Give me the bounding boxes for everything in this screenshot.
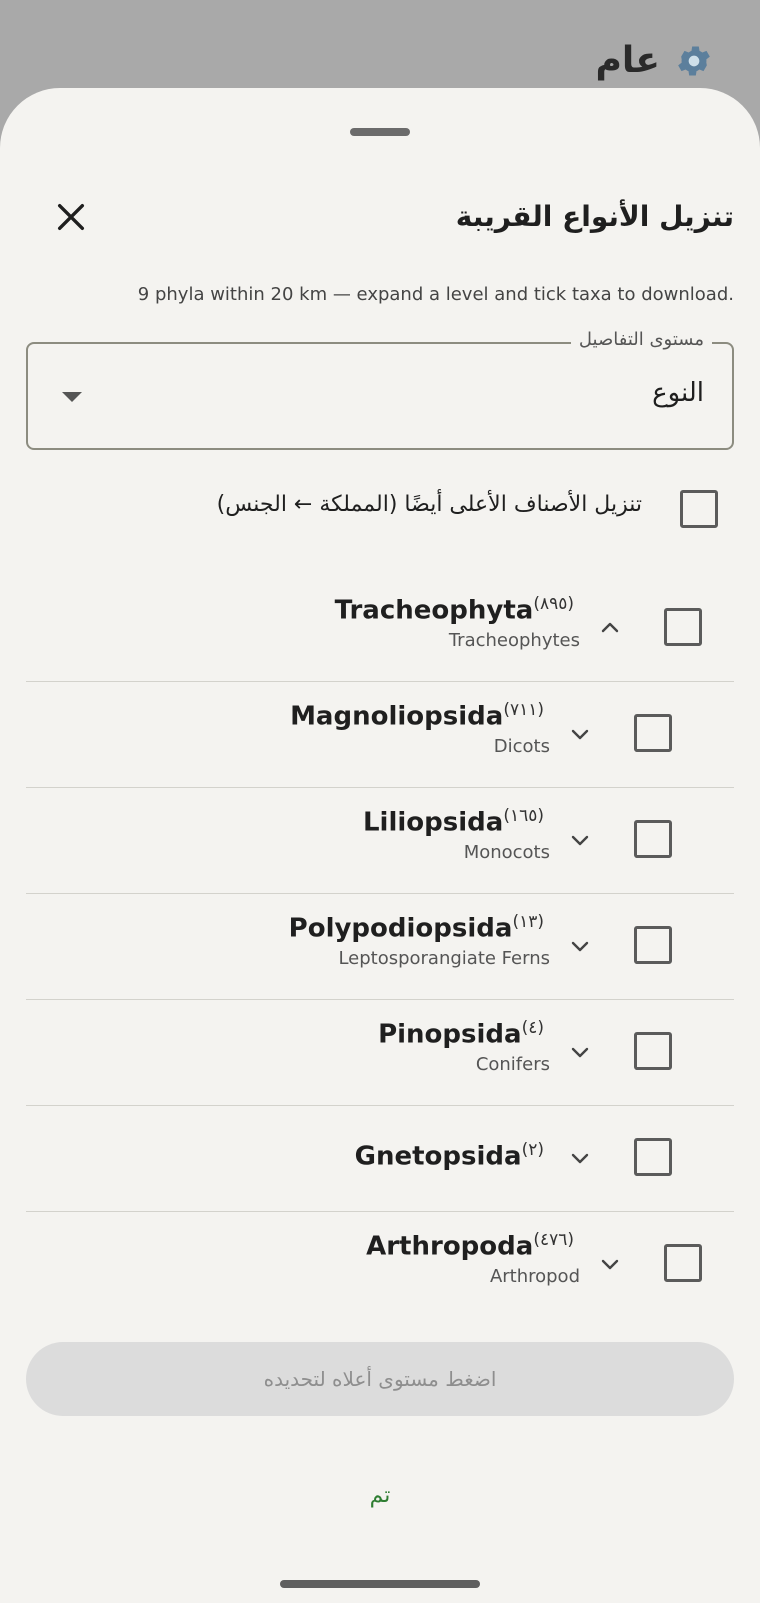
- taxon-row[interactable]: Gnetopsida(٢): [26, 1106, 734, 1212]
- chevron-down-icon[interactable]: [568, 722, 592, 746]
- higher-ranks-label: تنزيل الأصناف الأعلى أيضًا (المملكة ← ال…: [216, 492, 642, 517]
- chevron-up-icon[interactable]: [598, 616, 622, 640]
- taxon-name: Tracheophyta(٨٩٥): [334, 594, 574, 626]
- taxon-text: Tracheophyta(٨٩٥) Tracheophytes: [335, 594, 580, 651]
- taxon-name: Gnetopsida(٢): [354, 1140, 544, 1172]
- chevron-down-icon[interactable]: [568, 1040, 592, 1064]
- detail-level-value: النوع: [652, 378, 704, 408]
- chevron-down-icon[interactable]: [568, 934, 592, 958]
- close-icon[interactable]: [54, 200, 88, 234]
- drag-handle[interactable]: [350, 128, 410, 136]
- taxon-text: Liliopsida(١٦٥) Monocots: [363, 806, 550, 863]
- taxon-common-name: Tracheophytes: [448, 629, 580, 651]
- taxon-name: Magnoliopsida(٧١١): [290, 700, 544, 732]
- taxon-checkbox[interactable]: [634, 1138, 672, 1176]
- background-title: عام: [595, 40, 661, 81]
- taxon-count: (٤٧٦): [533, 1230, 574, 1250]
- chevron-down-icon[interactable]: [568, 828, 592, 852]
- taxon-count: (٧١١): [503, 700, 544, 720]
- taxon-checkbox[interactable]: [664, 1244, 702, 1282]
- taxon-checkbox[interactable]: [664, 608, 702, 646]
- sheet-subtitle: 9 phyla within 20 km — expand a level an…: [137, 284, 734, 305]
- chevron-down-icon[interactable]: [568, 1146, 592, 1170]
- taxa-list: Tracheophyta(٨٩٥) Tracheophytes Magnolio…: [26, 576, 734, 1318]
- taxon-common-name: Conifers: [475, 1053, 550, 1075]
- done-button[interactable]: تم: [330, 1470, 430, 1520]
- taxon-text: Pinopsida(٤) Conifers: [378, 1018, 550, 1075]
- caret-down-icon: [62, 392, 82, 402]
- taxon-text: Gnetopsida(٢): [355, 1140, 550, 1172]
- taxon-count: (١٣): [512, 912, 544, 932]
- taxon-name: Polypodiopsida(١٣): [288, 912, 544, 944]
- taxon-count: (٢): [521, 1140, 544, 1160]
- taxon-text: Magnoliopsida(٧١١) Dicots: [290, 700, 550, 757]
- taxon-row[interactable]: Liliopsida(١٦٥) Monocots: [26, 788, 734, 894]
- taxon-name: Pinopsida(٤): [378, 1018, 544, 1050]
- taxon-count: (٨٩٥): [533, 594, 574, 614]
- taxon-common-name: Leptosporangiate Ferns: [338, 947, 550, 969]
- taxon-text: Arthropoda(٤٧٦) Arthropod: [366, 1230, 580, 1287]
- taxon-checkbox[interactable]: [634, 926, 672, 964]
- taxon-row[interactable]: Arthropoda(٤٧٦) Arthropod: [26, 1212, 734, 1318]
- taxon-row[interactable]: Pinopsida(٤) Conifers: [26, 1000, 734, 1106]
- taxon-name: Liliopsida(١٦٥): [362, 806, 544, 838]
- sheet-title: تنزيل الأنواع القريبة: [455, 200, 734, 233]
- taxon-common-name: Dicots: [493, 735, 550, 757]
- taxon-count: (١٦٥): [503, 806, 544, 826]
- taxon-count: (٤): [521, 1018, 544, 1038]
- detail-level-dropdown[interactable]: مستوى التفاصيل النوع: [26, 329, 734, 450]
- taxon-text: Polypodiopsida(١٣) Leptosporangiate Fern…: [289, 912, 550, 969]
- gear-icon: [678, 46, 710, 75]
- background-header: عام: [596, 40, 715, 81]
- taxon-row[interactable]: Tracheophyta(٨٩٥) Tracheophytes: [26, 576, 734, 682]
- download-higher-ranks-option[interactable]: تنزيل الأصناف الأعلى أيضًا (المملكة ← ال…: [26, 480, 734, 536]
- download-nearby-species-sheet: تنزيل الأنواع القريبة 9 phyla within 20 …: [0, 88, 760, 1603]
- taxon-name: Arthropoda(٤٧٦): [366, 1230, 574, 1262]
- home-indicator: [280, 1580, 480, 1588]
- select-level-button[interactable]: اضغط مستوى أعلاه لتحديده: [26, 1342, 734, 1416]
- chevron-down-icon[interactable]: [598, 1252, 622, 1276]
- taxon-common-name: Monocots: [463, 841, 550, 863]
- taxon-row[interactable]: Polypodiopsida(١٣) Leptosporangiate Fern…: [26, 894, 734, 1000]
- taxon-row[interactable]: Magnoliopsida(٧١١) Dicots: [26, 682, 734, 788]
- higher-ranks-checkbox[interactable]: [680, 490, 718, 528]
- taxon-checkbox[interactable]: [634, 820, 672, 858]
- taxon-checkbox[interactable]: [634, 1032, 672, 1070]
- taxon-checkbox[interactable]: [634, 714, 672, 752]
- detail-level-label: مستوى التفاصيل: [570, 329, 712, 350]
- taxon-common-name: Arthropod: [489, 1265, 580, 1287]
